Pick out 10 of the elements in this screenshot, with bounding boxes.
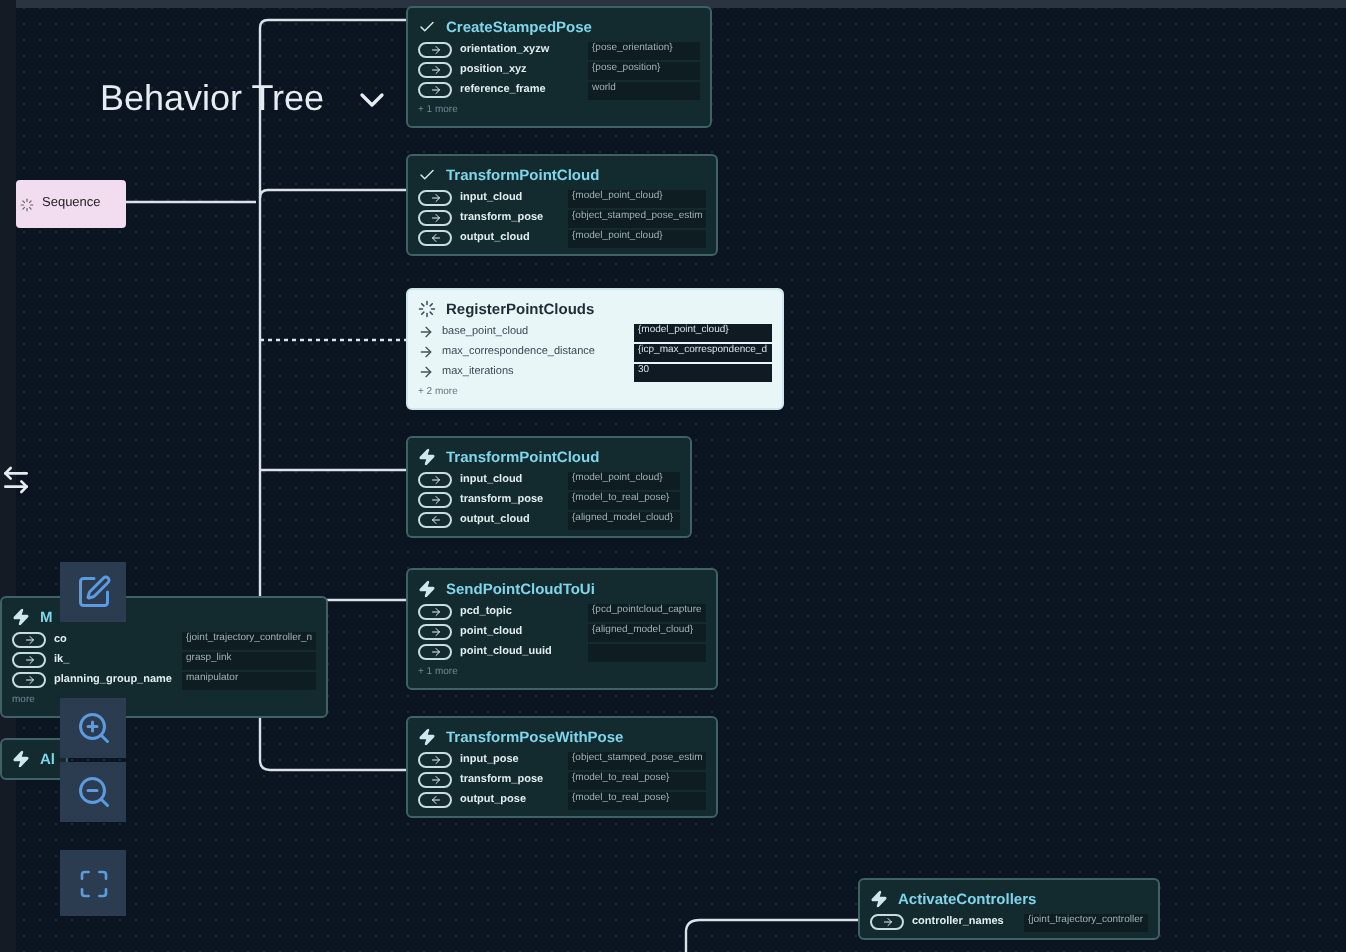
- fullscreen-button[interactable]: [60, 850, 126, 916]
- zoom-in-button[interactable]: [60, 698, 126, 758]
- fullscreen-icon: [77, 867, 109, 899]
- edit-icon: [75, 574, 111, 610]
- zoom-out-icon: [75, 774, 111, 810]
- edit-button[interactable]: [60, 562, 126, 622]
- zoom-out-button[interactable]: [60, 762, 126, 822]
- spinner-icon: [20, 197, 34, 211]
- zoom-in-icon: [75, 710, 111, 746]
- swap-icon[interactable]: [0, 464, 32, 496]
